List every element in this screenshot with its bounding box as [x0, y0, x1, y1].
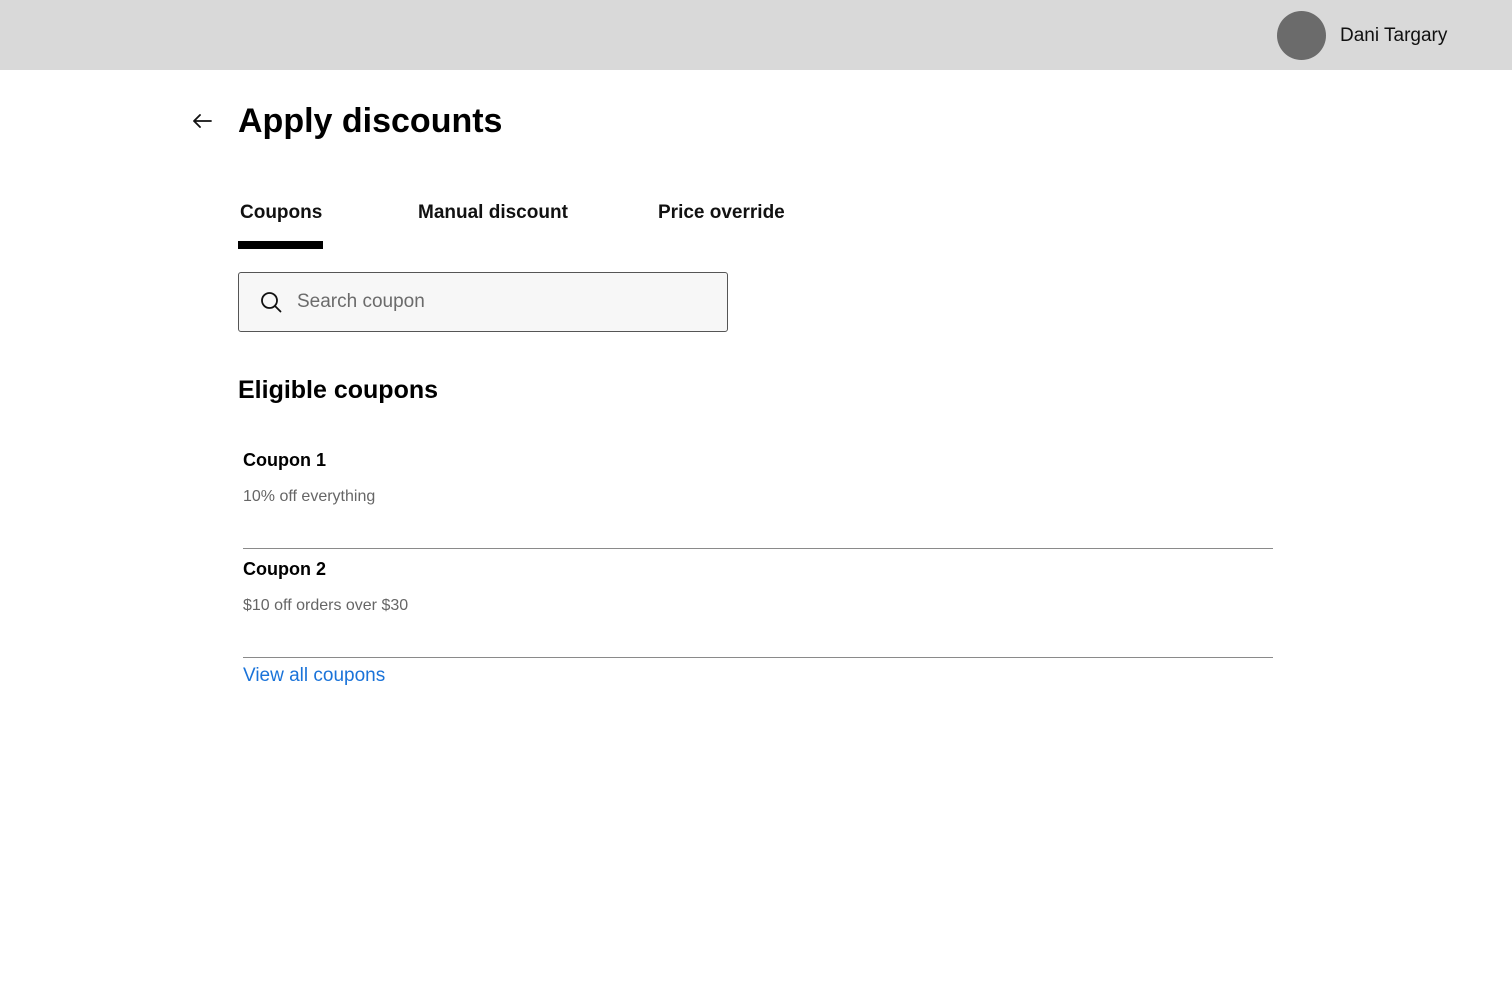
search-field[interactable]: [238, 272, 728, 332]
search-input[interactable]: [297, 282, 697, 322]
user-menu[interactable]: Dani Targary: [1277, 11, 1447, 60]
coupon-description: $10 off orders over $30: [243, 597, 409, 614]
tab-manual-discount[interactable]: Manual discount: [418, 198, 568, 250]
view-all-coupons-link[interactable]: View all coupons: [243, 663, 385, 689]
coupon-name: Coupon 2: [243, 559, 326, 579]
avatar[interactable]: [1277, 11, 1326, 60]
search-icon: [259, 290, 283, 314]
coupon-description: 10% off everything: [243, 488, 376, 505]
page-title: Apply discounts: [238, 102, 503, 140]
active-tab-indicator: [238, 241, 323, 249]
arrow-left-icon: [193, 114, 212, 128]
back-button[interactable]: [186, 105, 218, 137]
eligible-coupons-heading: Eligible coupons: [238, 376, 439, 404]
coupon-list: Coupon 1 10% off everything Coupon 2 $10…: [243, 440, 1273, 658]
top-bar: Dani Targary: [0, 0, 1512, 70]
tab-bar: Coupons Manual discount Price override: [238, 198, 838, 252]
tab-price-override[interactable]: Price override: [658, 198, 785, 250]
coupon-name: Coupon 1: [243, 450, 326, 470]
user-name: Dani Targary: [1340, 24, 1448, 46]
list-item[interactable]: Coupon 2 $10 off orders over $30: [243, 549, 1273, 658]
list-item[interactable]: Coupon 1 10% off everything: [243, 440, 1273, 549]
